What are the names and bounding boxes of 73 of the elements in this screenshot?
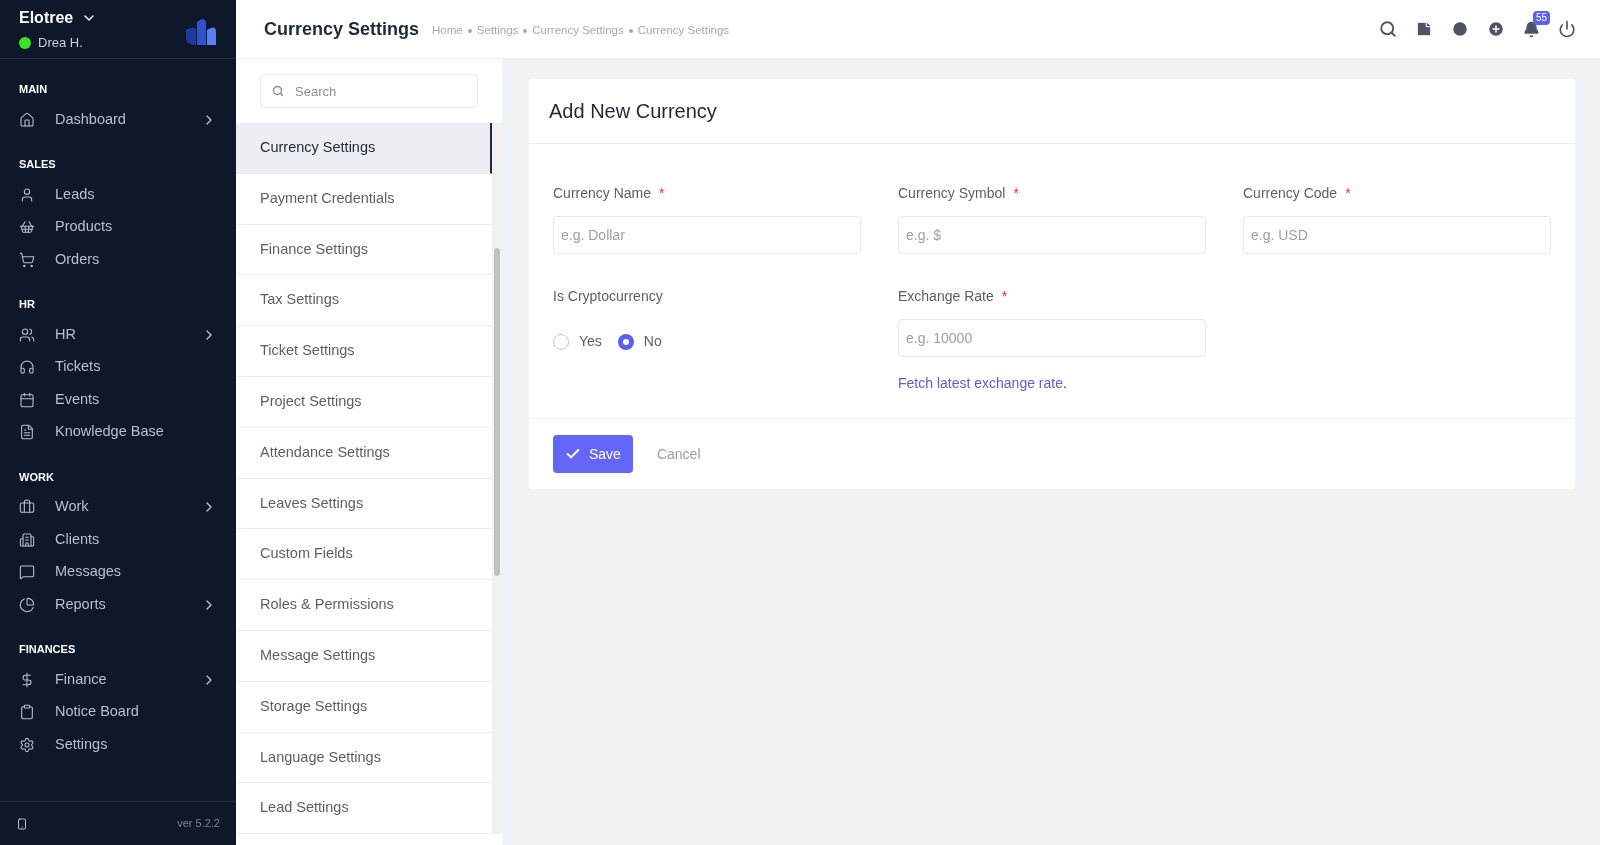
- input-field[interactable]: e.g. USD: [1243, 216, 1551, 254]
- phone-icon[interactable]: [16, 817, 28, 830]
- radio-option[interactable]: Yes: [553, 331, 602, 352]
- link-suffix: .: [1063, 375, 1067, 391]
- people-icon: [19, 326, 35, 343]
- section-heading: SALES: [19, 157, 57, 172]
- required-mark: *: [1013, 184, 1019, 203]
- card-title: Add New Currency: [529, 79, 1575, 144]
- search-icon: [272, 85, 284, 97]
- user-icon: [19, 186, 35, 203]
- bell-icon[interactable]: [1523, 20, 1540, 38]
- version-label: ver 5.2.2: [177, 816, 220, 832]
- settings-menu-item[interactable]: Currency Settings: [236, 123, 492, 174]
- sticky-note-icon[interactable]: [1415, 20, 1433, 38]
- required-mark: *: [659, 184, 665, 203]
- input-field[interactable]: e.g. 10000: [898, 319, 1206, 357]
- breadcrumb-separator-icon: [467, 28, 472, 33]
- notification-badge: 55: [1533, 10, 1551, 25]
- field-label: Currency Name: [553, 184, 652, 203]
- field-label: Is Cryptocurrency: [553, 287, 664, 306]
- input-field[interactable]: e.g. Dollar: [553, 216, 861, 254]
- page-title: Currency Settings: [264, 17, 420, 41]
- sidebar-item[interactable]: Reports: [19, 588, 217, 621]
- sidebar-item[interactable]: Orders: [19, 243, 217, 276]
- sidebar-item[interactable]: Messages: [19, 556, 217, 589]
- required-mark: *: [1345, 184, 1351, 203]
- company-switcher[interactable]: Elotree: [19, 5, 98, 30]
- breadcrumb-separator-icon: [628, 28, 633, 33]
- pie-chart-icon: [19, 596, 35, 613]
- document-icon: [19, 424, 35, 441]
- sidebar-item[interactable]: Work: [19, 491, 217, 524]
- save-button[interactable]: Save: [553, 435, 633, 473]
- calendar-icon: [19, 391, 35, 408]
- cart-icon: [19, 251, 35, 268]
- power-icon[interactable]: [1558, 20, 1576, 38]
- search-icon[interactable]: [1379, 20, 1397, 38]
- building-icon: [19, 531, 35, 548]
- house-icon: [19, 111, 35, 128]
- plus-circle-icon[interactable]: [1487, 20, 1505, 38]
- section-heading: MAIN: [19, 82, 49, 97]
- sidebar-item[interactable]: Events: [19, 383, 217, 416]
- sidebar-item[interactable]: Products: [19, 211, 217, 244]
- field-label: Currency Symbol: [898, 184, 1006, 203]
- basket-icon: [19, 219, 35, 236]
- sidebar-item[interactable]: Leads: [19, 178, 217, 211]
- sidebar-item[interactable]: Dashboard: [19, 103, 217, 136]
- breadcrumb-separator-icon: [523, 28, 528, 33]
- user-name: Drea H.: [38, 33, 83, 52]
- search-field[interactable]: Search: [260, 74, 478, 108]
- radio-option[interactable]: No: [617, 331, 662, 352]
- section-heading: WORK: [19, 469, 55, 485]
- sidebar-item[interactable]: Notice Board: [19, 696, 217, 729]
- sidebar-item[interactable]: Knowledge Base: [19, 416, 217, 449]
- sidebar-item[interactable]: Tickets: [19, 351, 217, 384]
- field-label: Currency Code: [1243, 184, 1338, 203]
- dollar-icon: [19, 671, 35, 688]
- briefcase-icon: [19, 499, 35, 516]
- clipboard-icon: [19, 704, 35, 721]
- settings-icon: [19, 736, 35, 753]
- fetch-rate-link[interactable]: Fetch latest exchange rate: [898, 375, 1063, 391]
- sidebar-item[interactable]: Settings: [19, 728, 217, 761]
- sidebar-item[interactable]: Finance: [19, 663, 217, 696]
- field-label: Exchange Rate: [898, 287, 994, 306]
- required-mark: *: [1001, 287, 1008, 306]
- sidebar-item[interactable]: Clients: [19, 523, 217, 556]
- input-field[interactable]: e.g. $: [898, 216, 1206, 254]
- headset-icon: [19, 359, 35, 376]
- sidebar-item[interactable]: HR: [19, 318, 217, 351]
- scrollbar-thumb[interactable]: [494, 248, 500, 576]
- message-icon: [19, 564, 35, 581]
- section-heading: HR: [19, 297, 36, 312]
- radio-button[interactable]: [617, 333, 634, 350]
- section-heading: FINANCES: [19, 642, 77, 657]
